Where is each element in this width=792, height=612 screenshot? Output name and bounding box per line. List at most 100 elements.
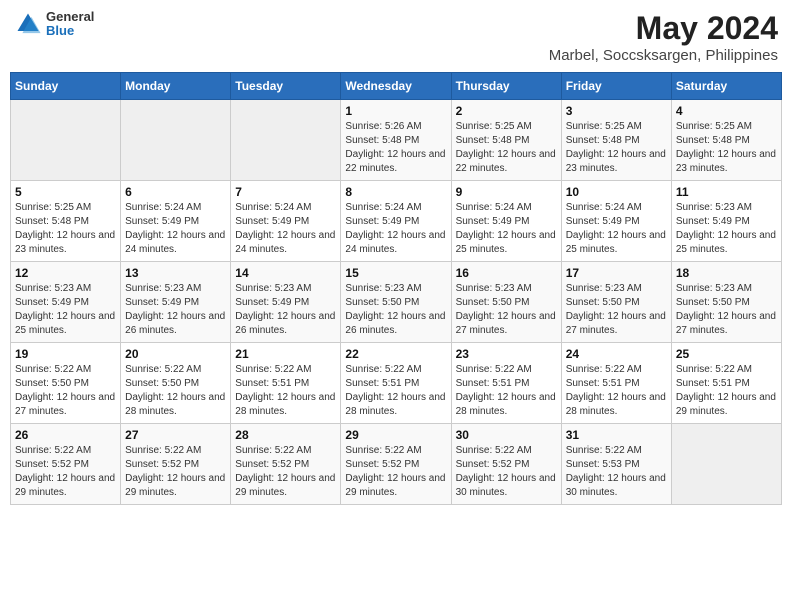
calendar-cell: 13 Sunrise: 5:23 AMSunset: 5:49 PMDayligh…: [121, 262, 231, 343]
calendar-week-row: 12 Sunrise: 5:23 AMSunset: 5:49 PMDayligh…: [11, 262, 782, 343]
day-number: 6: [125, 185, 226, 199]
calendar-week-row: 19 Sunrise: 5:22 AMSunset: 5:50 PMDayligh…: [11, 343, 782, 424]
day-info: Sunrise: 5:22 AMSunset: 5:51 PMDaylight:…: [345, 363, 446, 419]
day-info: Sunrise: 5:22 AMSunset: 5:52 PMDaylight:…: [456, 444, 557, 500]
day-number: 20: [125, 347, 226, 361]
day-info: Sunrise: 5:23 AMSunset: 5:49 PMDaylight:…: [15, 282, 116, 338]
day-info: Sunrise: 5:23 AMSunset: 5:50 PMDaylight:…: [676, 282, 777, 338]
calendar-table: SundayMondayTuesdayWednesdayThursdayFrid…: [10, 72, 782, 505]
calendar-cell: 28Sunrise: 5:22 AMSunset: 5:52 PMDayligh…: [231, 424, 341, 505]
day-info: Sunrise: 5:25 AMSunset: 5:48 PMDaylight:…: [15, 201, 116, 257]
day-info: Sunrise: 5:22 AMSunset: 5:53 PMDaylight:…: [566, 444, 667, 500]
page-title: May 2024: [549, 10, 778, 47]
day-number: 11: [676, 185, 777, 199]
calendar-cell: 6 Sunrise: 5:24 AMSunset: 5:49 PMDaylight…: [121, 181, 231, 262]
day-info: Sunrise: 5:24 AMSunset: 5:49 PMDaylight:…: [125, 201, 226, 257]
calendar-cell: 14Sunrise: 5:23 AMSunset: 5:49 PMDayligh…: [231, 262, 341, 343]
calendar-cell: 11 Sunrise: 5:23 AMSunset: 5:49 PMDayligh…: [671, 181, 781, 262]
weekday-header: Thursday: [451, 73, 561, 100]
day-info: Sunrise: 5:23 AMSunset: 5:49 PMDaylight:…: [235, 282, 336, 338]
day-number: 25: [676, 347, 777, 361]
calendar-cell: 23 Sunrise: 5:22 AMSunset: 5:51 PMDayligh…: [451, 343, 561, 424]
day-number: 19: [15, 347, 116, 361]
logo-general-text: General: [46, 10, 94, 24]
calendar-week-row: 26 Sunrise: 5:22 AMSunset: 5:52 PMDayligh…: [11, 424, 782, 505]
logo-blue-text: Blue: [46, 24, 94, 38]
day-number: 24: [566, 347, 667, 361]
calendar-cell: 29Sunrise: 5:22 AMSunset: 5:52 PMDayligh…: [341, 424, 451, 505]
day-info: Sunrise: 5:22 AMSunset: 5:51 PMDaylight:…: [566, 363, 667, 419]
day-info: Sunrise: 5:23 AMSunset: 5:49 PMDaylight:…: [676, 201, 777, 257]
day-number: 27: [125, 428, 226, 442]
weekday-header: Wednesday: [341, 73, 451, 100]
title-block: May 2024 Marbel, Soccsksargen, Philippin…: [549, 10, 778, 64]
day-number: 29: [345, 428, 446, 442]
calendar-cell: 19Sunrise: 5:22 AMSunset: 5:50 PMDayligh…: [11, 343, 121, 424]
day-number: 10: [566, 185, 667, 199]
calendar-cell: 10Sunrise: 5:24 AMSunset: 5:49 PMDayligh…: [561, 181, 671, 262]
logo-text: General Blue: [46, 10, 94, 39]
calendar-cell: 24 Sunrise: 5:22 AMSunset: 5:51 PMDayligh…: [561, 343, 671, 424]
day-number: 26: [15, 428, 116, 442]
page-subtitle: Marbel, Soccsksargen, Philippines: [549, 47, 778, 64]
day-number: 5: [15, 185, 116, 199]
calendar-cell: 3 Sunrise: 5:25 AMSunset: 5:48 PMDaylight…: [561, 100, 671, 181]
calendar-cell: 8 Sunrise: 5:24 AMSunset: 5:49 PMDaylight…: [341, 181, 451, 262]
day-number: 3: [566, 104, 667, 118]
weekday-header: Friday: [561, 73, 671, 100]
day-number: 31: [566, 428, 667, 442]
day-info: Sunrise: 5:24 AMSunset: 5:49 PMDaylight:…: [345, 201, 446, 257]
weekday-header: Monday: [121, 73, 231, 100]
day-info: Sunrise: 5:26 AMSunset: 5:48 PMDaylight:…: [345, 120, 446, 176]
calendar-cell: 31 Sunrise: 5:22 AMSunset: 5:53 PMDayligh…: [561, 424, 671, 505]
day-info: Sunrise: 5:22 AMSunset: 5:52 PMDaylight:…: [125, 444, 226, 500]
day-number: 18: [676, 266, 777, 280]
calendar-cell: 18 Sunrise: 5:23 AMSunset: 5:50 PMDayligh…: [671, 262, 781, 343]
day-info: Sunrise: 5:25 AMSunset: 5:48 PMDaylight:…: [456, 120, 557, 176]
weekday-header: Tuesday: [231, 73, 341, 100]
day-info: Sunrise: 5:22 AMSunset: 5:51 PMDaylight:…: [235, 363, 336, 419]
calendar-cell: [11, 100, 121, 181]
calendar-cell: 30 Sunrise: 5:22 AMSunset: 5:52 PMDayligh…: [451, 424, 561, 505]
day-info: Sunrise: 5:23 AMSunset: 5:50 PMDaylight:…: [345, 282, 446, 338]
day-number: 12: [15, 266, 116, 280]
calendar-cell: 27 Sunrise: 5:22 AMSunset: 5:52 PMDayligh…: [121, 424, 231, 505]
calendar-week-row: 1 Sunrise: 5:26 AMSunset: 5:48 PMDaylight…: [11, 100, 782, 181]
day-info: Sunrise: 5:25 AMSunset: 5:48 PMDaylight:…: [566, 120, 667, 176]
day-number: 17: [566, 266, 667, 280]
calendar-header: SundayMondayTuesdayWednesdayThursdayFrid…: [11, 73, 782, 100]
day-number: 13: [125, 266, 226, 280]
calendar-cell: 25Sunrise: 5:22 AMSunset: 5:51 PMDayligh…: [671, 343, 781, 424]
calendar-cell: 9 Sunrise: 5:24 AMSunset: 5:49 PMDaylight…: [451, 181, 561, 262]
calendar-cell: 26Sunrise: 5:22 AMSunset: 5:52 PMDayligh…: [11, 424, 121, 505]
weekday-header: Sunday: [11, 73, 121, 100]
day-number: 23: [456, 347, 557, 361]
calendar-cell: 4Sunrise: 5:25 AMSunset: 5:48 PMDaylight…: [671, 100, 781, 181]
calendar-cell: 5 Sunrise: 5:25 AMSunset: 5:48 PMDaylight…: [11, 181, 121, 262]
day-number: 30: [456, 428, 557, 442]
day-number: 21: [235, 347, 336, 361]
day-info: Sunrise: 5:22 AMSunset: 5:50 PMDaylight:…: [125, 363, 226, 419]
day-info: Sunrise: 5:22 AMSunset: 5:51 PMDaylight:…: [456, 363, 557, 419]
day-info: Sunrise: 5:24 AMSunset: 5:49 PMDaylight:…: [456, 201, 557, 257]
calendar-cell: 12 Sunrise: 5:23 AMSunset: 5:49 PMDayligh…: [11, 262, 121, 343]
day-info: Sunrise: 5:25 AMSunset: 5:48 PMDaylight:…: [676, 120, 777, 176]
calendar-week-row: 5 Sunrise: 5:25 AMSunset: 5:48 PMDaylight…: [11, 181, 782, 262]
day-info: Sunrise: 5:22 AMSunset: 5:52 PMDaylight:…: [235, 444, 336, 500]
day-info: Sunrise: 5:24 AMSunset: 5:49 PMDaylight:…: [235, 201, 336, 257]
calendar-cell: 22Sunrise: 5:22 AMSunset: 5:51 PMDayligh…: [341, 343, 451, 424]
day-number: 16: [456, 266, 557, 280]
calendar-cell: 20 Sunrise: 5:22 AMSunset: 5:50 PMDayligh…: [121, 343, 231, 424]
calendar-cell: [671, 424, 781, 505]
calendar-cell: 7Sunrise: 5:24 AMSunset: 5:49 PMDaylight…: [231, 181, 341, 262]
day-info: Sunrise: 5:23 AMSunset: 5:49 PMDaylight:…: [125, 282, 226, 338]
calendar-cell: 15 Sunrise: 5:23 AMSunset: 5:50 PMDayligh…: [341, 262, 451, 343]
day-number: 8: [345, 185, 446, 199]
day-number: 1: [345, 104, 446, 118]
day-number: 15: [345, 266, 446, 280]
calendar-cell: [121, 100, 231, 181]
calendar-cell: 16Sunrise: 5:23 AMSunset: 5:50 PMDayligh…: [451, 262, 561, 343]
calendar-cell: 1 Sunrise: 5:26 AMSunset: 5:48 PMDaylight…: [341, 100, 451, 181]
weekday-header: Saturday: [671, 73, 781, 100]
day-number: 9: [456, 185, 557, 199]
